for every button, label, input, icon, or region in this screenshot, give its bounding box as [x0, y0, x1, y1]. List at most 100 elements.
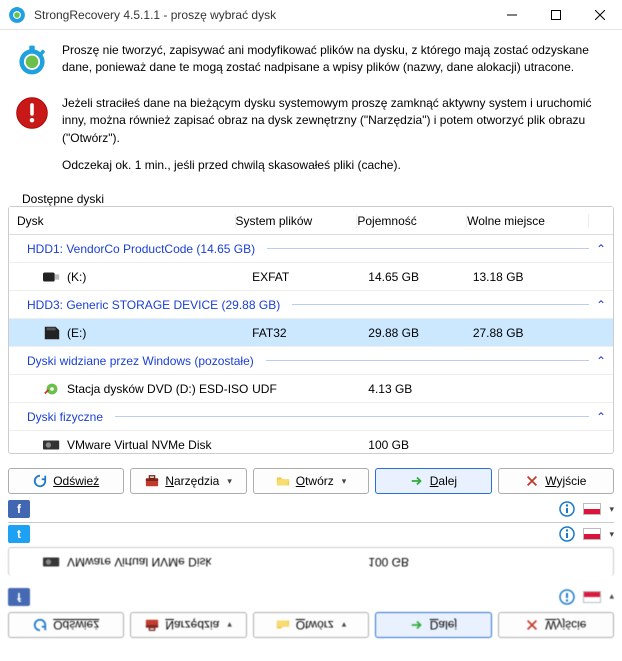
exit-button[interactable]: Wyjście [498, 612, 614, 638]
info-panel-2: Jeżeli straciłeś dane na bieżącym dysku … [0, 95, 622, 193]
chevron-up-icon[interactable]: ⌃ [592, 408, 610, 426]
group-windows-label: Dyski widziane przez Windows (pozostałe) [27, 354, 254, 368]
row-nvme-name: VMware Virtual NVMe Disk [67, 438, 211, 452]
row-e-name: (E:) [67, 326, 86, 340]
row-dvd[interactable]: Stacja dysków DVD (D:) ESD-ISO UDF 4.13 … [9, 375, 613, 403]
app-icon [8, 6, 26, 24]
group-hdd1[interactable]: HDD1: VendorCo ProductCode (14.65 GB) ⌃ [9, 235, 613, 263]
dvd-drive-icon [43, 382, 61, 396]
row-k[interactable]: (K:) EXFAT 14.65 GB 13.18 GB [9, 263, 613, 291]
close-button[interactable] [578, 0, 622, 30]
row-nvme-cap: 100 GB [368, 438, 473, 452]
group-hdd3[interactable]: HDD3: Generic STORAGE DEVICE (29.88 GB) … [9, 291, 613, 319]
next-button[interactable]: Dalej [375, 612, 491, 638]
info-text-1: Proszę nie tworzyć, zapisywać ani modyfi… [62, 42, 604, 77]
stopwatch-icon [14, 42, 50, 78]
open-label: twórz [305, 618, 334, 632]
tools-button[interactable]: Narzędzia ▾ [130, 612, 246, 638]
chevron-down-icon: ▾ [227, 476, 232, 487]
window-title: StrongRecovery 4.5.1.1 - proszę wybrać d… [34, 8, 490, 22]
usb-drive-icon [43, 270, 61, 284]
group-hdd3-label: HDD3: Generic STORAGE DEVICE (29.88 GB) [27, 298, 280, 312]
row-e-cap: 29.88 GB [368, 326, 473, 340]
refresh-button[interactable]: Odśwież [8, 612, 124, 638]
toolbox-icon [145, 474, 159, 488]
info-icon[interactable] [559, 589, 575, 605]
window-controls [490, 0, 622, 30]
chevron-down-icon: ▾ [227, 620, 232, 631]
refresh-button[interactable]: Odśwież [8, 468, 124, 494]
next-label: alej [438, 474, 457, 488]
refresh-icon [33, 474, 47, 488]
row-nvme[interactable]: VMware Virtual NVMe Disk 100 GB [9, 431, 613, 453]
arrow-right-icon [410, 618, 424, 632]
toolbox-icon [145, 618, 159, 632]
chevron-up-icon[interactable]: ⌃ [592, 296, 610, 314]
close-x-icon [525, 618, 539, 632]
folder-open-icon [276, 618, 290, 632]
row-e[interactable]: (E:) FAT32 29.88 GB 27.88 GB [9, 319, 613, 347]
col-cap[interactable]: Pojemność [357, 214, 467, 228]
row-dvd-cap: 4.13 GB [368, 382, 473, 396]
chevron-down-icon: ▾ [342, 620, 347, 631]
col-fs[interactable]: System plików [236, 214, 358, 228]
warning-icon [14, 95, 50, 131]
next-button[interactable]: Dalej [375, 468, 491, 494]
chevron-up-icon[interactable]: ⌃ [592, 240, 610, 258]
disk-header: Dysk System plików Pojemność Wolne miejs… [9, 207, 613, 235]
close-x-icon [525, 474, 539, 488]
groupbox-label-wrap: Dostępne dyski [0, 192, 622, 206]
row-dvd-fs: UDF [252, 382, 368, 396]
group-physical-label: Dyski fizyczne [27, 410, 103, 424]
open-button[interactable]: Otwórz ▾ [253, 612, 369, 638]
tools-label: arzędzia [174, 618, 219, 632]
row-e-fs: FAT32 [252, 326, 368, 340]
titlebar: StrongRecovery 4.5.1.1 - proszę wybrać d… [0, 0, 622, 30]
facebook-icon[interactable]: f [8, 588, 30, 606]
info-icon[interactable] [559, 526, 575, 542]
arrow-right-icon [410, 474, 424, 488]
group-windows[interactable]: Dyski widziane przez Windows (pozostałe)… [9, 347, 613, 375]
refresh-label: Odśwież [53, 618, 99, 632]
row-k-name: (K:) [67, 270, 86, 284]
folder-open-icon [276, 474, 290, 488]
refresh-icon [33, 618, 47, 632]
flag-pl-icon[interactable] [583, 503, 601, 515]
open-label: twórz [305, 474, 334, 488]
flag-pl-icon[interactable] [583, 591, 601, 603]
row-dvd-name: Stacja dysków DVD (D:) ESD-ISO [67, 382, 248, 396]
facebook-icon[interactable]: f [8, 500, 30, 518]
sd-card-icon [43, 326, 61, 340]
col-free[interactable]: Wolne miejsce [467, 214, 589, 228]
button-row: Odśwież Narzędzia ▾ Otwórz ▾ Dalej Wyjśc… [0, 608, 622, 644]
info-text-3: Odczekaj ok. 1 min., jeśli przed chwilą … [62, 157, 604, 174]
exit-button[interactable]: Wyjście [498, 468, 614, 494]
twitter-icon[interactable]: t [8, 525, 30, 543]
group-physical[interactable]: Dyski fizyczne ⌃ [9, 403, 613, 431]
col-dysk[interactable]: Dysk [9, 214, 236, 228]
chevron-down-icon[interactable]: ▾ [609, 529, 614, 540]
disk-list: HDD1: VendorCo ProductCode (14.65 GB) ⌃ … [9, 235, 613, 453]
chevron-down-icon[interactable]: ▾ [609, 504, 614, 515]
tools-button[interactable]: Narzędzia ▾ [130, 468, 246, 494]
row-k-free: 13.18 GB [473, 270, 589, 284]
maximize-button[interactable] [534, 0, 578, 30]
button-row: Odśwież Narzędzia ▾ Otwórz ▾ Dalej Wyjśc… [0, 462, 622, 498]
group-hdd1-label: HDD1: VendorCo ProductCode (14.65 GB) [27, 242, 255, 256]
chevron-down-icon[interactable]: ▾ [609, 592, 614, 603]
hdd-icon [43, 438, 61, 452]
row-e-free: 27.88 GB [473, 326, 589, 340]
info-icon[interactable] [559, 501, 575, 517]
info-panel-1: Proszę nie tworzyć, zapisywać ani modyfi… [0, 30, 622, 95]
flag-pl-icon[interactable] [583, 528, 601, 540]
row-k-fs: EXFAT [252, 270, 368, 284]
status-row-fb: f ▾ [0, 498, 622, 522]
next-label: alej [438, 618, 457, 632]
groupbox-label: Dostępne dyski [18, 192, 108, 206]
chevron-up-icon[interactable]: ⌃ [592, 352, 610, 370]
refresh-label: Odśwież [53, 474, 99, 488]
row-k-cap: 14.65 GB [368, 270, 473, 284]
open-button[interactable]: Otwórz ▾ [253, 468, 369, 494]
disk-panel: Dysk System plików Pojemność Wolne miejs… [8, 206, 614, 454]
minimize-button[interactable] [490, 0, 534, 30]
